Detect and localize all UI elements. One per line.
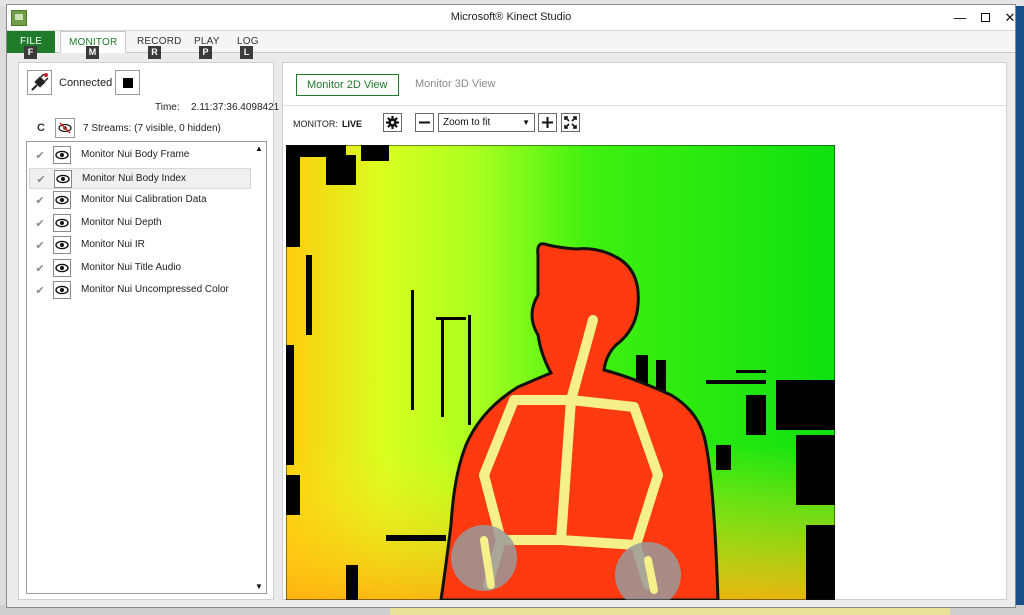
list-item[interactable]: ✔ Monitor Nui Uncompressed Color: [29, 280, 251, 301]
zoom-select[interactable]: Zoom to fit ▼: [438, 113, 535, 132]
eye-icon: [55, 240, 69, 250]
stop-button[interactable]: [115, 70, 140, 95]
stream-visibility-button[interactable]: [53, 191, 71, 209]
tab-monitor-2d-view[interactable]: Monitor 2D View: [296, 74, 399, 96]
checkmark-icon[interactable]: ✔: [33, 262, 47, 276]
streams-panel: Connected Time: 2.11:37:36.4098421 C 7 S…: [18, 62, 279, 600]
checkmark-icon[interactable]: ✔: [33, 284, 47, 298]
eye-icon: [55, 263, 69, 272]
stream-visibility-button[interactable]: [53, 258, 71, 277]
eye-icon: [55, 285, 69, 295]
depth-view[interactable]: [286, 145, 835, 600]
clear-selection-button[interactable]: C: [31, 119, 51, 137]
stream-visibility-button[interactable]: [54, 169, 72, 188]
checkmark-icon[interactable]: ✔: [33, 194, 47, 208]
stream-label: Monitor Nui Title Audio: [81, 261, 182, 273]
list-item[interactable]: ✔ Monitor Nui IR: [29, 235, 251, 256]
minimize-button[interactable]: —: [949, 9, 971, 27]
zoom-select-value: Zoom to fit: [443, 117, 491, 128]
list-item[interactable]: ✔ Monitor Nui Body Frame: [29, 145, 251, 166]
plus-icon: [542, 117, 553, 128]
dropdown-arrow-icon: ▼: [522, 118, 530, 127]
keytip-file: F: [24, 46, 37, 59]
list-item[interactable]: ✔ Monitor Nui Title Audio: [29, 258, 251, 279]
stream-visibility-button[interactable]: [53, 213, 71, 232]
list-item[interactable]: ✔ Monitor Nui Body Index: [29, 167, 251, 189]
eye-icon: [55, 150, 69, 160]
time-label: Time:: [155, 102, 180, 113]
maximize-icon: [980, 13, 990, 22]
window-title: Microsoft® Kinect Studio: [450, 11, 572, 23]
settings-button[interactable]: [383, 113, 402, 132]
toggle-visibility-button[interactable]: [55, 118, 75, 138]
stream-label: Monitor Nui Uncompressed Color: [81, 284, 229, 295]
keytip-monitor: M: [86, 46, 99, 59]
checkmark-icon[interactable]: ✔: [33, 239, 47, 253]
connection-status: Connected: [59, 77, 113, 89]
keytip-log: L: [240, 46, 253, 59]
tab-monitor-3d-view[interactable]: Monitor 3D View: [405, 74, 506, 96]
connect-button[interactable]: [27, 70, 52, 95]
maximize-button[interactable]: [974, 9, 996, 27]
scroll-up-icon[interactable]: ▲: [255, 144, 263, 153]
minus-icon: [419, 121, 430, 124]
plug-icon: [31, 73, 49, 91]
checkmark-icon[interactable]: ✔: [33, 217, 47, 231]
stream-list[interactable]: ▲ ✔ Monitor Nui Body Frame ✔ Monitor Nui Bo…: [26, 141, 267, 594]
depth-image: [286, 145, 835, 600]
scroll-down-icon[interactable]: ▼: [255, 582, 263, 591]
viewer-panel: Monitor 2D View Monitor 3D View MONITOR:…: [282, 62, 1007, 600]
keytip-play: P: [199, 46, 212, 59]
stop-icon: [123, 78, 133, 88]
monitor-label: MONITOR:: [293, 119, 338, 129]
eye-icon: [56, 174, 70, 183]
streams-summary: 7 Streams: (7 visible, 0 hidden): [83, 123, 221, 134]
expand-icon: [564, 116, 577, 129]
fit-to-view-button[interactable]: [561, 113, 580, 132]
kinect-studio-window: Microsoft® Kinect Studio — ✕ FILE MONITO…: [6, 4, 1016, 608]
stream-label: Monitor Nui Body Frame: [81, 149, 190, 160]
checkmark-icon[interactable]: ✔: [34, 173, 48, 187]
stream-visibility-button[interactable]: [53, 236, 71, 254]
eye-icon: [55, 195, 69, 205]
time-value: 2.11:37:36.4098421: [191, 102, 280, 113]
stream-label: Monitor Nui Calibration Data: [81, 194, 207, 205]
close-button[interactable]: ✕: [999, 9, 1021, 27]
gear-icon: [386, 116, 399, 129]
list-item[interactable]: ✔ Monitor Nui Calibration Data: [29, 190, 251, 211]
stream-label: Monitor Nui IR: [81, 239, 145, 250]
checkmark-icon[interactable]: ✔: [33, 149, 47, 163]
zoom-out-button[interactable]: [415, 113, 434, 132]
tab-divider: [283, 105, 1006, 106]
stream-visibility-button[interactable]: [53, 146, 71, 164]
title-bar[interactable]: Microsoft® Kinect Studio — ✕: [7, 5, 1015, 31]
eye-hidden-icon: [58, 122, 72, 134]
monitor-state: LIVE: [342, 119, 363, 129]
stream-label: Monitor Nui Body Index: [82, 172, 186, 184]
stream-visibility-button[interactable]: [53, 281, 71, 299]
zoom-in-button[interactable]: [538, 113, 557, 132]
keytip-record: R: [148, 46, 161, 59]
stream-label: Monitor Nui Depth: [81, 216, 162, 228]
list-item[interactable]: ✔ Monitor Nui Depth: [29, 213, 251, 234]
eye-icon: [55, 218, 69, 227]
